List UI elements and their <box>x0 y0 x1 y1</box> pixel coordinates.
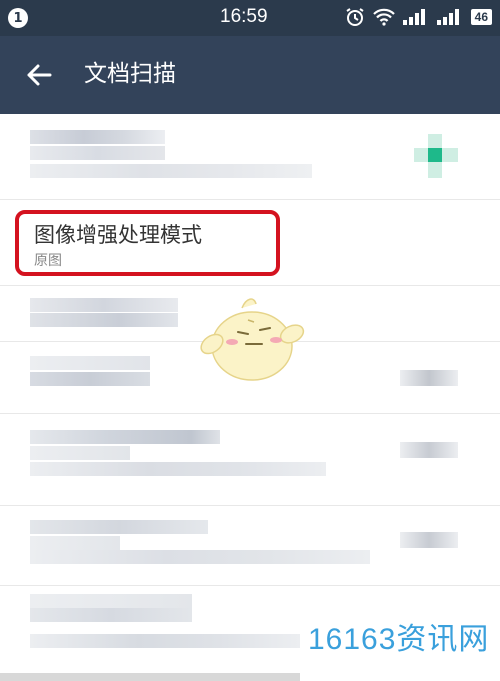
settings-row-blurred[interactable] <box>0 414 500 506</box>
status-time: 16:59 <box>220 6 268 27</box>
highlight-box <box>15 210 280 276</box>
app-bar: 文档扫描 <box>0 36 500 114</box>
arrow-left-icon <box>27 64 52 86</box>
signal-icon <box>402 8 429 26</box>
mascot-sticker <box>196 294 308 386</box>
status-bar: 1 16:59 46 <box>0 0 500 36</box>
notification-count-badge: 1 <box>8 8 28 28</box>
alarm-icon <box>345 7 365 27</box>
settings-row-blurred[interactable] <box>0 506 500 586</box>
watermark-text: 16163资讯网 <box>308 623 490 656</box>
page-title: 文档扫描 <box>84 61 176 87</box>
wifi-icon <box>372 8 395 26</box>
bottom-divider <box>0 673 300 681</box>
signal-icon <box>436 8 463 26</box>
battery-indicator: 46 <box>470 9 492 25</box>
status-icons: 46 <box>345 7 492 27</box>
settings-row-blurred[interactable] <box>0 114 500 200</box>
toggle-switch[interactable] <box>414 134 458 178</box>
back-button[interactable] <box>22 58 56 92</box>
